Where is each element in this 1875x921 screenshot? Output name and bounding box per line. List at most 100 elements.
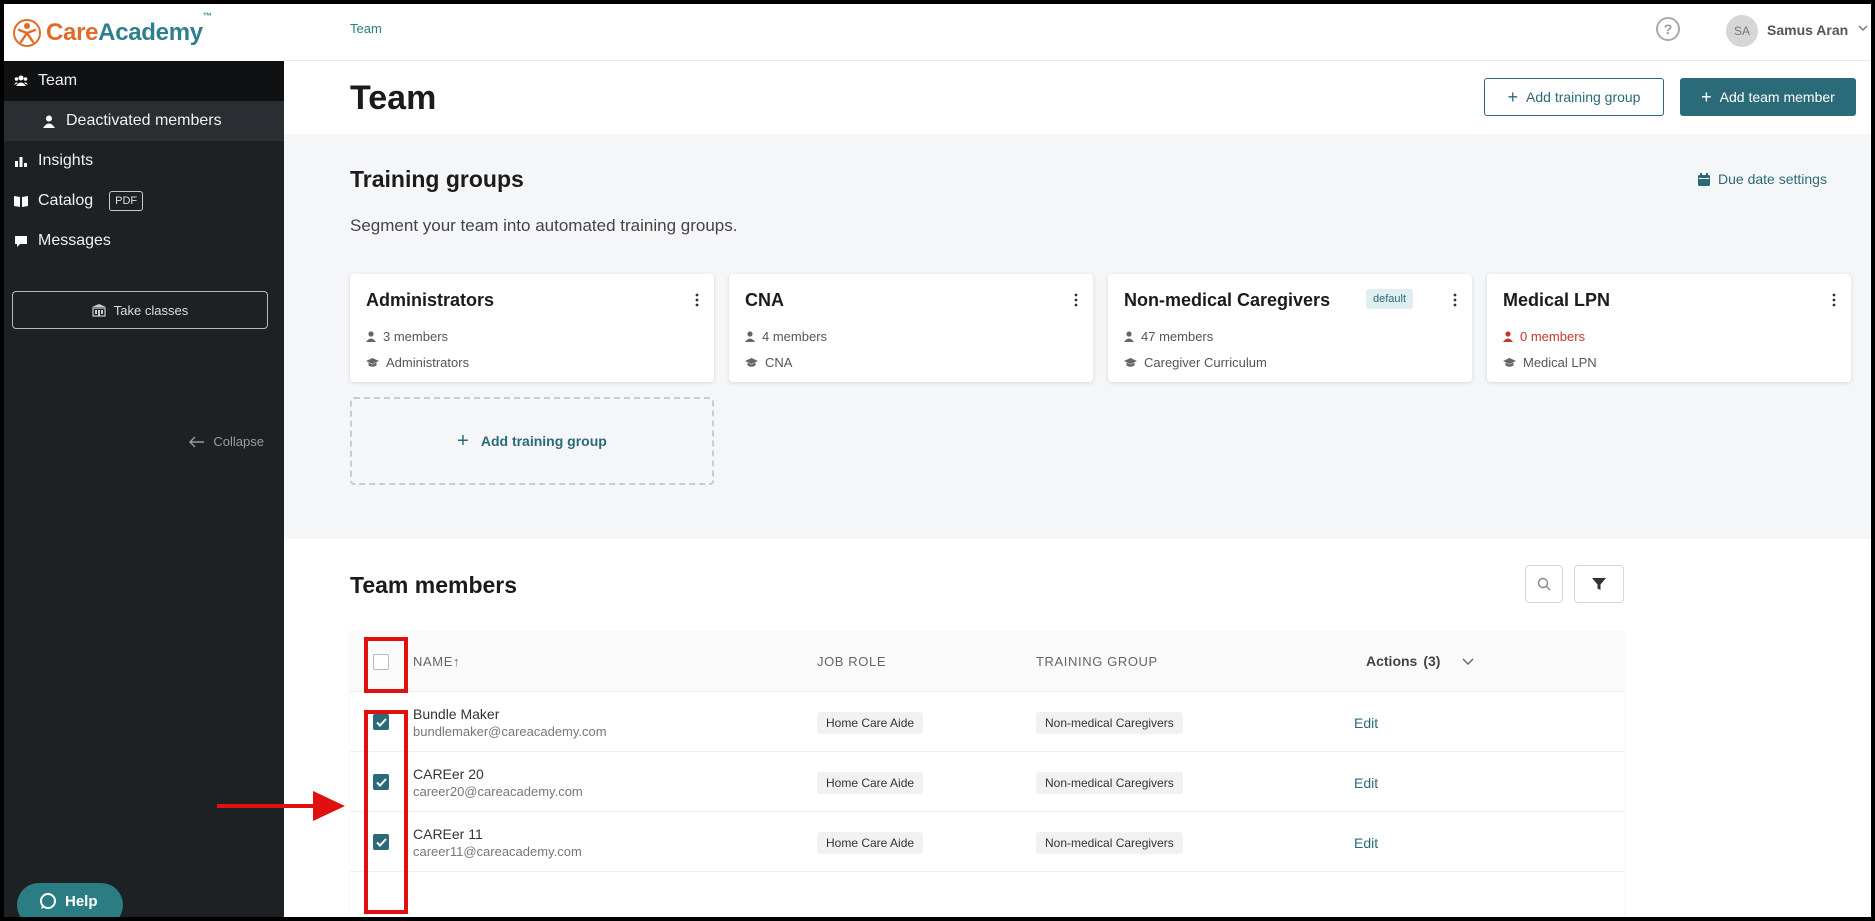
member-name: CAREer 20 <box>413 766 484 782</box>
graduation-cap-icon <box>1503 357 1516 367</box>
graduation-cap-icon <box>366 357 379 367</box>
help-label: Help <box>65 892 98 910</box>
plus-icon: + <box>1507 87 1519 107</box>
training-group-card[interactable]: Administrators 3 members Administrators <box>350 274 714 382</box>
section-description: Segment your team into automated trainin… <box>350 216 738 235</box>
sidebar-item-label: Messages <box>38 232 111 249</box>
button-label: Add training group <box>1526 89 1641 105</box>
default-badge: default <box>1366 289 1414 309</box>
column-job-role: JOB ROLE <box>817 654 887 669</box>
logo-icon <box>13 18 41 47</box>
training-group-tag: Non-medical Caregivers <box>1036 832 1183 854</box>
member-name: Bundle Maker <box>413 706 500 722</box>
more-vertical-icon[interactable] <box>1452 292 1458 308</box>
card-curriculum: Medical LPN <box>1503 355 1597 370</box>
sidebar-item-deactivated-members[interactable]: Deactivated members <box>4 101 284 141</box>
job-role-tag: Home Care Aide <box>817 772 924 794</box>
button-label: Add team member <box>1719 89 1835 105</box>
job-role-tag: Home Care Aide <box>817 832 924 854</box>
training-group-card[interactable]: Medical LPN 0 members Medical LPN <box>1487 274 1851 382</box>
card-members: 47 members <box>1124 329 1213 344</box>
annotation-box-row-checkboxes <box>364 710 408 914</box>
column-name[interactable]: NAME↑ <box>413 654 460 669</box>
card-title: Non-medical Caregivers <box>1124 290 1331 310</box>
member-email: bundlemaker@careacademy.com <box>413 724 607 739</box>
user-name[interactable]: Samus Aran <box>1767 22 1848 38</box>
school-icon <box>91 303 106 317</box>
sidebar-item-team[interactable]: Team <box>4 61 284 101</box>
add-training-group-button[interactable]: + Add training group <box>1484 78 1664 116</box>
member-email: career11@careacademy.com <box>413 844 582 859</box>
column-training-group: TRAINING GROUP <box>1036 654 1158 669</box>
edit-link[interactable]: Edit <box>1354 775 1378 791</box>
more-vertical-icon[interactable] <box>1073 292 1079 308</box>
chat-bubble-icon <box>40 893 56 909</box>
user-icon <box>42 114 56 128</box>
take-classes-label: Take classes <box>113 302 189 318</box>
graduation-cap-icon <box>745 357 758 367</box>
actions-dropdown[interactable]: Actions (3) <box>1366 653 1474 669</box>
collapse-button[interactable]: Collapse <box>189 434 264 449</box>
add-team-member-button[interactable]: + Add team member <box>1680 78 1856 116</box>
curriculum-name: Medical LPN <box>1523 355 1597 370</box>
card-curriculum: CNA <box>745 355 792 370</box>
annotation-arrow-icon <box>217 791 345 821</box>
help-circle-icon[interactable]: ? <box>1656 17 1680 41</box>
members-count: 3 members <box>383 329 449 344</box>
edit-link[interactable]: Edit <box>1354 715 1378 731</box>
team-members-table: NAME↑ JOB ROLE TRAINING GROUP Actions (3… <box>350 632 1624 917</box>
section-title: Training groups <box>350 166 524 192</box>
more-vertical-icon[interactable] <box>694 292 700 308</box>
table-row: CAREer 20 career20@careacademy.com Home … <box>350 752 1624 812</box>
training-groups-section: Training groups Segment your team into a… <box>284 134 1871 539</box>
card-members: 0 members <box>1503 329 1585 344</box>
member-email: career20@careacademy.com <box>413 784 583 799</box>
top-bar: Team ? SA Samus Aran <box>284 4 1871 61</box>
chevron-down-icon[interactable] <box>1858 23 1868 33</box>
filter-button[interactable] <box>1574 565 1624 603</box>
training-group-card[interactable]: Non-medical Caregivers default 47 member… <box>1108 274 1472 382</box>
card-members: 4 members <box>745 329 827 344</box>
breadcrumb[interactable]: Team <box>350 21 382 36</box>
table-header: NAME↑ JOB ROLE TRAINING GROUP Actions (3… <box>350 632 1624 692</box>
pdf-badge[interactable]: PDF <box>109 191 144 211</box>
training-group-card[interactable]: CNA 4 members CNA <box>729 274 1093 382</box>
brand-logo[interactable]: CareAcademy™ <box>4 4 284 61</box>
add-card-label: Add training group <box>480 433 607 449</box>
book-icon <box>14 194 28 208</box>
members-count: 0 members <box>1520 329 1586 344</box>
section-title: Team members <box>350 572 518 598</box>
curriculum-name: Caregiver Curriculum <box>1144 355 1267 370</box>
chevron-down-icon <box>1462 658 1474 665</box>
sidebar-item-label: Catalog <box>38 192 94 209</box>
avatar[interactable]: SA <box>1726 15 1758 47</box>
search-button[interactable] <box>1525 565 1563 603</box>
person-icon <box>745 331 755 342</box>
members-count: 4 members <box>762 329 828 344</box>
due-date-settings-link[interactable]: Due date settings <box>1698 171 1827 187</box>
job-role-tag: Home Care Aide <box>817 712 924 734</box>
card-title: Medical LPN <box>1503 290 1611 310</box>
curriculum-name: CNA <box>765 355 793 370</box>
add-training-group-card[interactable]: + Add training group <box>350 397 714 485</box>
person-icon <box>1124 331 1134 342</box>
page-header: Team + Add training group + Add team mem… <box>284 61 1871 134</box>
training-group-tag: Non-medical Caregivers <box>1036 772 1183 794</box>
take-classes-button[interactable]: Take classes <box>12 291 268 329</box>
sidebar-item-messages[interactable]: Messages <box>4 221 284 261</box>
training-group-tag: Non-medical Caregivers <box>1036 712 1183 734</box>
actions-label: Actions <box>1366 653 1418 669</box>
edit-link[interactable]: Edit <box>1354 835 1378 851</box>
person-icon <box>1503 331 1513 342</box>
help-button[interactable]: Help <box>17 883 123 917</box>
sidebar-item-catalog[interactable]: Catalog PDF <box>4 181 284 221</box>
main-content: Team ? SA Samus Aran Team + Add training… <box>284 4 1871 917</box>
arrow-left-icon <box>189 436 205 447</box>
table-row: Bundle Maker bundlemaker@careacademy.com… <box>350 692 1624 752</box>
chat-icon <box>14 234 28 248</box>
more-vertical-icon[interactable] <box>1831 292 1837 308</box>
sidebar-item-insights[interactable]: Insights <box>4 141 284 181</box>
plus-icon: + <box>1701 87 1712 107</box>
due-date-label: Due date settings <box>1718 171 1827 187</box>
members-count: 47 members <box>1141 329 1214 344</box>
